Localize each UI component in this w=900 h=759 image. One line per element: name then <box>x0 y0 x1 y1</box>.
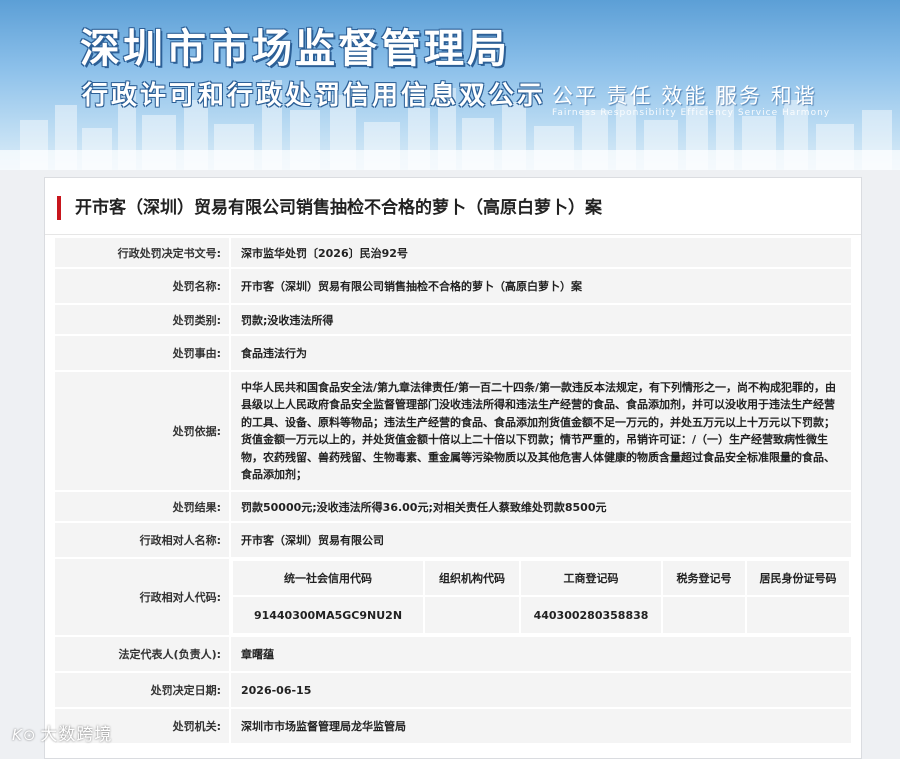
penalty-category: 罚款;没收违法所得 <box>229 303 853 336</box>
tax-reg-value <box>661 595 747 635</box>
table-row: 处罚决定日期: 2026-06-15 <box>53 671 853 709</box>
credit-code-value: 91440300MA5GC9NU2N <box>231 595 425 635</box>
site-subtitle: 行政许可和行政处罚信用信息双公示 <box>82 81 547 111</box>
decision-date: 2026-06-15 <box>229 671 853 709</box>
field-label: 行政相对人代码: <box>53 557 231 637</box>
site-banner: 深圳市市场监督管理局 行政许可和行政处罚信用信息双公示 公平 责任 效能 服务 … <box>0 0 900 170</box>
field-label: 处罚结果: <box>53 490 231 523</box>
party-codes-table: 统一社会信用代码 组织机构代码 工商登记码 税务登记号 居民身份证号码 9144… <box>231 559 851 635</box>
column-header: 居民身份证号码 <box>745 559 851 597</box>
table-row: 处罚事由: 食品违法行为 <box>53 334 853 372</box>
table-row: 处罚机关: 深圳市市场监督管理局龙华监管局 <box>53 707 853 745</box>
party-name: 开市客（深圳）贸易有限公司 <box>229 521 853 559</box>
table-row: 处罚名称: 开市客（深圳）贸易有限公司销售抽检不合格的萝卜（高原白萝卜）案 <box>53 267 853 305</box>
table-row: 行政相对人名称: 开市客（深圳）贸易有限公司 <box>53 521 853 559</box>
table-row: 处罚依据: 中华人民共和国食品安全法/第九章法律责任/第一百二十四条/第一款违反… <box>53 370 853 492</box>
watermark-logo-icon: K⊙ <box>12 726 37 744</box>
watermark-text: 大数跨境 <box>40 725 113 745</box>
watermark: K⊙ 大数跨境 <box>12 720 112 745</box>
table-row: 行政处罚决定书文号: 深市监华处罚〔2026〕民治92号 <box>53 236 853 269</box>
penalty-authority: 深圳市市场监督管理局龙华监管局 <box>229 707 853 745</box>
penalty-result: 罚款50000元;没收违法所得36.00元;对相关责任人蔡致维处罚款8500元 <box>229 490 853 523</box>
penalty-reason: 食品违法行为 <box>229 334 853 372</box>
case-detail-table: 行政处罚决定书文号: 深市监华处罚〔2026〕民治92号 处罚名称: 开市客（深… <box>53 236 853 745</box>
legal-representative: 章曙蕴 <box>229 635 853 673</box>
decision-document-number: 深市监华处罚〔2026〕民治92号 <box>229 236 853 269</box>
case-detail-card: 开市客（深圳）贸易有限公司销售抽检不合格的萝卜（高原白萝卜）案 行政处罚决定书文… <box>44 177 862 759</box>
field-label: 处罚决定日期: <box>53 671 231 709</box>
field-label: 行政相对人名称: <box>53 521 231 559</box>
field-label: 行政处罚决定书文号: <box>53 236 231 269</box>
org-code-value <box>423 595 521 635</box>
column-header: 工商登记码 <box>519 559 663 597</box>
table-row: 行政相对人代码: 统一社会信用代码 组织机构代码 工商登记码 税务登记号 居民身… <box>53 557 853 637</box>
field-label: 处罚事由: <box>53 334 231 372</box>
table-row: 法定代表人(负责人): 章曙蕴 <box>53 635 853 673</box>
field-label: 法定代表人(负责人): <box>53 635 231 673</box>
case-title: 开市客（深圳）贸易有限公司销售抽检不合格的萝卜（高原白萝卜）案 <box>57 196 602 220</box>
table-row: 91440300MA5GC9NU2N 440300280358838 <box>231 595 851 635</box>
table-row: 处罚结果: 罚款50000元;没收违法所得36.00元;对相关责任人蔡致维处罚款… <box>53 490 853 523</box>
party-codes-cell: 统一社会信用代码 组织机构代码 工商登记码 税务登记号 居民身份证号码 9144… <box>229 557 853 637</box>
table-row: 处罚类别: 罚款;没收违法所得 <box>53 303 853 336</box>
penalty-legal-basis: 中华人民共和国食品安全法/第九章法律责任/第一百二十四条/第一款违反本法规定，有… <box>229 370 853 492</box>
divider <box>45 234 861 235</box>
field-label: 处罚名称: <box>53 267 231 305</box>
column-header: 组织机构代码 <box>423 559 521 597</box>
field-label: 处罚类别: <box>53 303 231 336</box>
column-header: 税务登记号 <box>661 559 747 597</box>
id-number-value <box>745 595 851 635</box>
business-reg-value: 440300280358838 <box>519 595 663 635</box>
penalty-name: 开市客（深圳）贸易有限公司销售抽检不合格的萝卜（高原白萝卜）案 <box>229 267 853 305</box>
site-slogan-english: Fairness Responsibility Efficiency Servi… <box>552 108 831 118</box>
site-slogan: 公平 责任 效能 服务 和谐 <box>552 84 817 108</box>
site-title: 深圳市市场监督管理局 <box>80 26 510 72</box>
field-label: 处罚依据: <box>53 370 231 492</box>
table-row: 统一社会信用代码 组织机构代码 工商登记码 税务登记号 居民身份证号码 <box>231 559 851 597</box>
column-header: 统一社会信用代码 <box>231 559 425 597</box>
